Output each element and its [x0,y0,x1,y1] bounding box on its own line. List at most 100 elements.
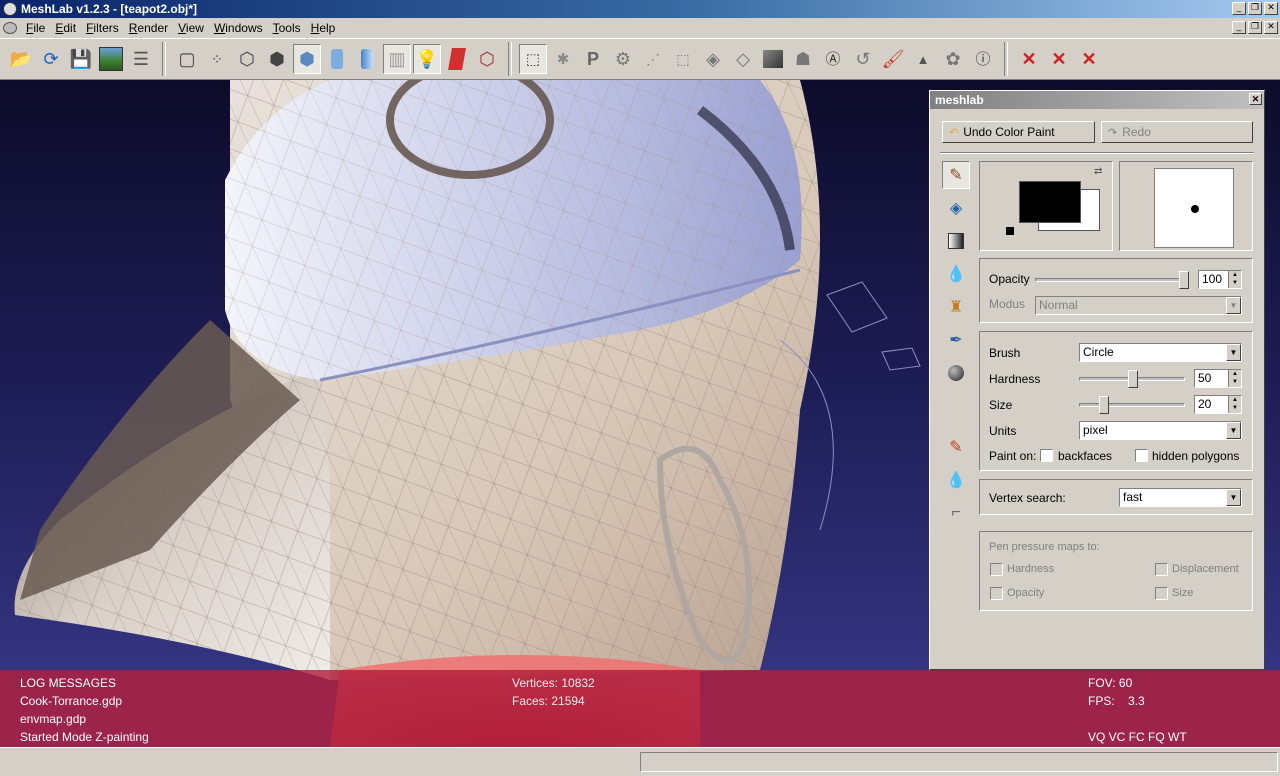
opacity-slider-thumb[interactable] [1179,271,1189,289]
edit-measure-icon[interactable]: ☗ [789,44,817,74]
delete-vertices-icon[interactable]: ✕ [1045,44,1073,74]
modus-select[interactable]: Normal ▼ [1035,296,1242,315]
pressure-size-checkbox[interactable] [1155,587,1168,600]
flat-icon[interactable] [323,44,351,74]
bbox-icon[interactable]: ▢ [173,44,201,74]
picker-icon[interactable]: ✒ [942,326,970,354]
menu-edit[interactable]: Edit [50,21,81,35]
mesh-paint-icon[interactable]: ✎ [942,433,970,461]
edit-rgb-icon[interactable]: ▲ [909,44,937,74]
foreground-color-swatch[interactable] [1019,181,1081,223]
paint-dock-panel: meshlab ✕ ↶ Undo Color Paint ↷ Redo ✎ ◈ … [929,90,1265,670]
mesh-smooth-icon[interactable]: 💧 [942,466,970,494]
points-icon[interactable]: ⁘ [203,44,231,74]
vertex-search-select[interactable]: fast ▼ [1119,488,1242,507]
pressure-displacement-checkbox[interactable] [1155,563,1168,576]
undo-color-paint-button[interactable]: ↶ Undo Color Paint [942,121,1095,143]
reload-icon[interactable]: ⟳ [37,44,65,74]
edit-arc-icon[interactable]: ↺ [849,44,877,74]
redo-button[interactable]: ↷ Redo [1101,121,1253,143]
opacity-group: Opacity 100 ▲ ▼ Modus Normal ▼ [979,258,1253,323]
save-icon[interactable]: 💾 [67,44,95,74]
doc-restore-button[interactable]: ❐ [1248,21,1262,34]
pressure-hardness-label: Hardness [1007,563,1055,575]
edit-align-icon[interactable]: ⚙ [609,44,637,74]
opacity-spinbox[interactable]: 100 ▲ ▼ [1198,270,1242,289]
close-button[interactable]: ✕ [1264,2,1278,15]
smooth-icon[interactable] [353,44,381,74]
spin-arrows-icon[interactable]: ▲ ▼ [1228,370,1241,387]
select-connected-icon[interactable]: ⬚ [669,44,697,74]
hidden-lines-icon[interactable]: ⬢ [263,44,291,74]
wireframe-icon[interactable]: ⬡ [233,44,261,74]
edit-brush-icon[interactable]: 🖌 [879,44,907,74]
pressure-displacement-label: Displacement [1172,563,1239,575]
edit-label-icon[interactable]: Ⓐ [819,44,847,74]
size-spinbox[interactable]: 20 ▲ ▼ [1194,395,1242,414]
layers-icon[interactable]: ☰ [127,44,155,74]
select-vertex-icon[interactable]: ⋰ [639,44,667,74]
size-slider[interactable] [1079,403,1185,407]
opacity-label: Opacity [989,272,1030,286]
gradient-icon[interactable] [942,227,970,255]
units-select[interactable]: pixel ▼ [1079,421,1242,440]
fps-readout: FPS: 3.3 [1088,694,1145,708]
doc-close-button[interactable]: ✕ [1264,21,1278,34]
minimize-button[interactable]: _ [1232,2,1246,15]
swap-colors-icon[interactable]: ⇄ [1094,166,1102,177]
opacity-slider[interactable] [1035,278,1185,282]
hidden-polygons-label: hidden polygons [1152,449,1240,463]
select-region-icon[interactable]: ◈ [699,44,727,74]
double-side-light-icon[interactable] [443,44,471,74]
brush-preview [1119,161,1253,251]
fancy-light-icon[interactable]: ⬡ [473,44,501,74]
pen-icon[interactable]: ✎ [942,161,970,189]
hardness-spinbox[interactable]: 50 ▲ ▼ [1194,369,1242,388]
mesh-flags: VQ VC FC FQ WT [1088,730,1187,744]
doc-minimize-button[interactable]: _ [1232,21,1246,34]
pressure-opacity-checkbox[interactable] [990,587,1003,600]
mesh-pull-icon[interactable]: ⌐ [942,499,970,527]
fill-icon[interactable]: ◈ [942,194,970,222]
delete-faces-icon[interactable]: ✕ [1015,44,1043,74]
hardness-slider-thumb[interactable] [1128,370,1138,388]
dock-close-button[interactable]: ✕ [1249,93,1262,105]
reset-colors-icon[interactable] [1006,227,1014,235]
spin-arrows-icon[interactable]: ▲ ▼ [1228,396,1241,413]
select-faces-icon[interactable]: ◇ [729,44,757,74]
fov-readout: FOV: 60 [1088,676,1133,690]
menu-filters[interactable]: Filters [81,21,124,35]
open-folder-icon[interactable]: 📂 [7,44,35,74]
pressure-hardness-checkbox[interactable] [990,563,1003,576]
menu-tools[interactable]: Tools [268,21,306,35]
menu-view[interactable]: View [173,21,209,35]
dock-title-bar[interactable]: meshlab ✕ [930,91,1264,109]
brush-select[interactable]: Circle ▼ [1079,343,1242,362]
edit-paint-icon[interactable]: P [579,44,607,74]
spin-arrows-icon[interactable]: ▲ ▼ [1228,271,1241,288]
edit-pickpoints-icon[interactable]: ✱ [549,44,577,74]
smudge-icon[interactable]: 💧 [942,260,970,288]
clone-icon[interactable]: ♜ [942,293,970,321]
maximize-button[interactable]: ❐ [1248,2,1262,15]
snapshot-icon[interactable] [97,44,125,74]
hidden-polygons-checkbox[interactable] [1135,449,1148,462]
color-chooser: ⇄ [979,161,1113,251]
texture-icon[interactable]: ▥ [383,44,411,74]
edit-geometry-icon[interactable]: ✿ [939,44,967,74]
noise-icon[interactable] [942,359,970,387]
menu-file[interactable]: File [21,21,50,35]
backfaces-checkbox[interactable] [1040,449,1053,462]
flat-lines-icon[interactable]: ⬢ [293,44,321,74]
edit-texture-icon[interactable] [759,44,787,74]
status-bar [0,747,1280,776]
delete-selection-icon[interactable]: ✕ [1075,44,1103,74]
select-icon[interactable]: ⬚ [519,44,547,74]
light-icon[interactable]: 💡 [413,44,441,74]
menu-render[interactable]: Render [124,21,173,35]
menu-windows[interactable]: Windows [209,21,268,35]
size-slider-thumb[interactable] [1099,396,1109,414]
menu-help[interactable]: Help [306,21,341,35]
edit-spot-icon[interactable]: ⓘ [969,44,997,74]
document-icon[interactable] [3,22,17,34]
